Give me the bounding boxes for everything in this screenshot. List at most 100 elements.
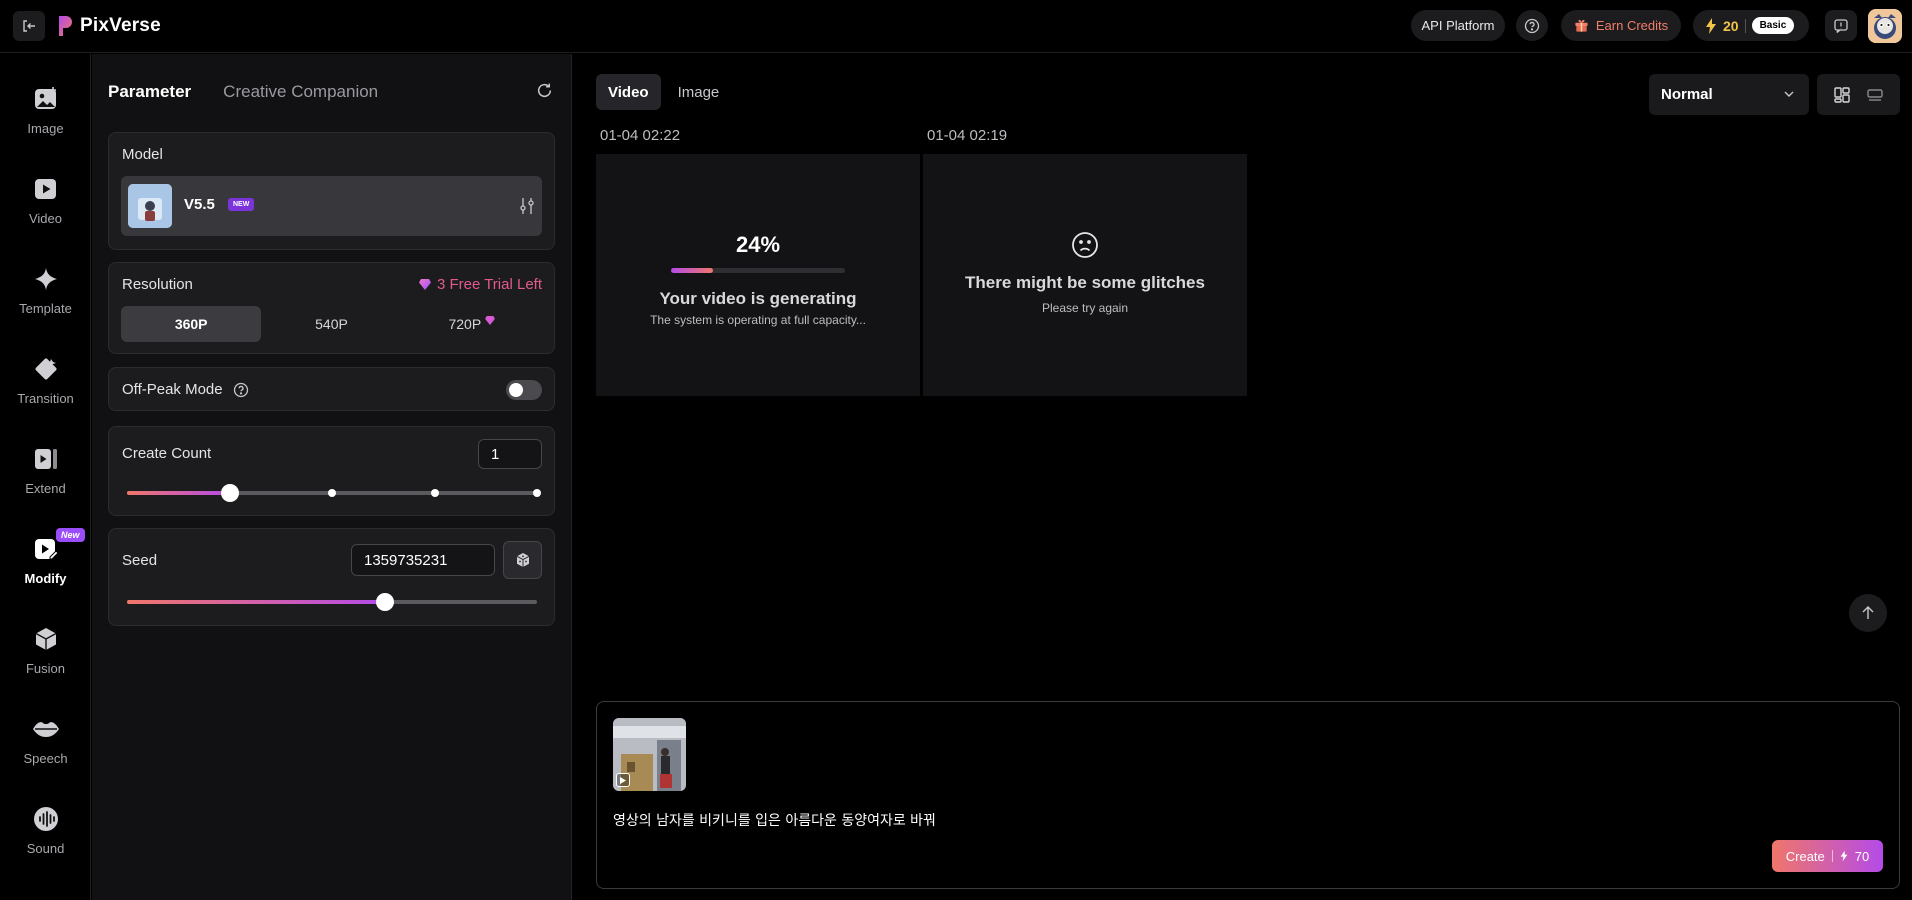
generating-video-card[interactable]: 24% Your video is generating The system … bbox=[596, 154, 920, 396]
reset-button[interactable] bbox=[536, 82, 553, 99]
extend-icon bbox=[32, 445, 60, 473]
feedback-button[interactable] bbox=[1825, 10, 1857, 41]
avatar[interactable] bbox=[1868, 9, 1902, 43]
model-settings-button[interactable] bbox=[519, 197, 535, 215]
prompt-text[interactable]: 영상의 남자를 비키니를 입은 아름다운 동양여자로 바꿔 bbox=[613, 810, 936, 830]
nav-label-extend: Extend bbox=[25, 480, 66, 496]
slider-handle[interactable] bbox=[376, 593, 395, 611]
off-peak-label: Off-Peak Mode bbox=[122, 381, 223, 398]
nav-label-modify: Modify bbox=[24, 570, 67, 586]
tab-video[interactable]: Video bbox=[596, 74, 661, 110]
model-thumbnail bbox=[128, 184, 172, 228]
nav-label-sound: Sound bbox=[26, 840, 65, 856]
nav-item-fusion[interactable]: Fusion bbox=[0, 610, 91, 690]
tab-video-label: Video bbox=[608, 83, 649, 101]
gem-icon bbox=[418, 279, 431, 290]
reference-video-thumbnail[interactable] bbox=[613, 718, 686, 791]
scroll-to-top-button[interactable] bbox=[1849, 594, 1887, 632]
sparkle-icon bbox=[32, 265, 60, 293]
model-card: Model V5.5 NEW bbox=[108, 132, 555, 250]
image-icon bbox=[32, 85, 60, 113]
slider-step[interactable] bbox=[533, 489, 541, 497]
create-count-input[interactable]: 1 bbox=[478, 439, 542, 469]
generating-subtitle: The system is operating at full capacity… bbox=[650, 313, 866, 327]
progress-percent: 24% bbox=[735, 232, 781, 257]
error-subtitle: Please try again bbox=[1041, 301, 1129, 315]
sliders-icon bbox=[520, 198, 534, 214]
nav-item-extend[interactable]: Extend bbox=[0, 430, 91, 510]
seed-slider[interactable] bbox=[127, 593, 537, 611]
resolution-option-360p[interactable]: 360P bbox=[121, 306, 262, 342]
quality-dropdown[interactable]: Normal bbox=[1649, 74, 1809, 115]
feedback-icon bbox=[1834, 18, 1848, 33]
view-toggle bbox=[1817, 74, 1900, 115]
gem-icon bbox=[485, 315, 496, 325]
collapse-sidebar-button[interactable] bbox=[13, 11, 45, 41]
nav-item-modify[interactable]: Modify New bbox=[0, 520, 91, 600]
model-new-badge: NEW bbox=[228, 198, 255, 211]
off-peak-card: Off-Peak Mode bbox=[108, 367, 555, 411]
tab-image[interactable]: Image bbox=[666, 74, 732, 110]
top-bar: PixVerse API Platform Earn Credits 20 Ba… bbox=[0, 0, 1912, 53]
progress-fill bbox=[671, 268, 713, 273]
logo[interactable]: PixVerse bbox=[57, 14, 161, 38]
nav-item-sound[interactable]: Sound bbox=[0, 790, 91, 870]
help-icon[interactable] bbox=[233, 382, 249, 398]
prompt-box[interactable]: 영상의 남자를 비키니를 입은 아름다운 동양여자로 바꿔 Create 70 bbox=[596, 701, 1900, 889]
seed-input[interactable]: 1359735231 bbox=[351, 544, 495, 576]
divider bbox=[1831, 850, 1833, 862]
model-label: Model bbox=[122, 146, 163, 163]
create-button[interactable]: Create 70 bbox=[1772, 840, 1883, 872]
resolution-label: Resolution bbox=[122, 276, 193, 293]
sound-wave-icon bbox=[32, 805, 60, 833]
list-view-button[interactable] bbox=[1866, 86, 1884, 104]
model-thumbnail-image-icon bbox=[128, 184, 172, 228]
failed-video-card[interactable]: There might be some glitches Please try … bbox=[923, 154, 1247, 396]
arrow-up-icon bbox=[1862, 606, 1874, 619]
refresh-icon bbox=[537, 83, 552, 97]
pixverse-logo-icon bbox=[59, 16, 72, 36]
grid-view-icon bbox=[1834, 86, 1850, 103]
model-selector[interactable]: V5.5 NEW bbox=[121, 176, 542, 236]
timestamp: 01-04 02:22 bbox=[600, 127, 681, 144]
slider-step[interactable] bbox=[430, 489, 439, 497]
timestamp: 01-04 02:19 bbox=[927, 127, 1008, 144]
random-seed-button[interactable] bbox=[503, 541, 542, 579]
video-icon bbox=[32, 175, 60, 203]
seed-label: Seed bbox=[122, 552, 158, 569]
resolution-option-720p[interactable]: 720P bbox=[402, 306, 542, 342]
nav-item-transition[interactable]: Transition bbox=[0, 340, 91, 420]
model-name: V5.5 bbox=[184, 196, 215, 213]
nav-item-speech[interactable]: Speech bbox=[0, 700, 91, 780]
panel-tabs: Parameter Creative Companion bbox=[108, 82, 378, 102]
api-platform-label: API Platform bbox=[1421, 18, 1495, 33]
create-count-card: Create Count 1 bbox=[108, 426, 555, 516]
slider-step[interactable] bbox=[328, 489, 336, 497]
slider-handle[interactable] bbox=[220, 484, 239, 502]
help-button[interactable] bbox=[1516, 10, 1548, 41]
nav-label-video: Video bbox=[28, 210, 62, 226]
create-count-slider[interactable] bbox=[127, 484, 541, 502]
nav-item-image[interactable]: Image bbox=[0, 70, 91, 150]
lightning-icon bbox=[1706, 17, 1716, 34]
grid-view-button[interactable] bbox=[1833, 86, 1851, 104]
earn-credits-button[interactable]: Earn Credits bbox=[1561, 10, 1681, 41]
tab-creative-companion[interactable]: Creative Companion bbox=[223, 82, 378, 102]
resolution-option-label: 360P bbox=[174, 316, 208, 332]
nav-item-video[interactable]: Video bbox=[0, 160, 91, 240]
credits-button[interactable]: 20 Basic bbox=[1693, 10, 1809, 41]
tab-parameter[interactable]: Parameter bbox=[108, 82, 191, 102]
nav-item-template[interactable]: Template bbox=[0, 250, 91, 330]
resolution-option-label: 540P bbox=[315, 316, 348, 332]
media-type-tabs: Video Image bbox=[596, 74, 746, 112]
resolution-card: Resolution 3 Free Trial Left 360P 540P 7… bbox=[108, 262, 555, 354]
progress-bar bbox=[671, 268, 845, 273]
main-content: Video Image Normal 01-04 02:22 24% Your … bbox=[573, 54, 1912, 900]
off-peak-toggle[interactable] bbox=[506, 380, 542, 400]
left-navigation: Image Video Template Transition Extend M… bbox=[0, 54, 91, 900]
slider-fill bbox=[127, 600, 386, 604]
lips-icon bbox=[32, 715, 60, 743]
resolution-option-540p[interactable]: 540P bbox=[261, 306, 401, 342]
off-peak-label-wrap: Off-Peak Mode bbox=[122, 381, 249, 398]
api-platform-button[interactable]: API Platform bbox=[1411, 10, 1505, 41]
